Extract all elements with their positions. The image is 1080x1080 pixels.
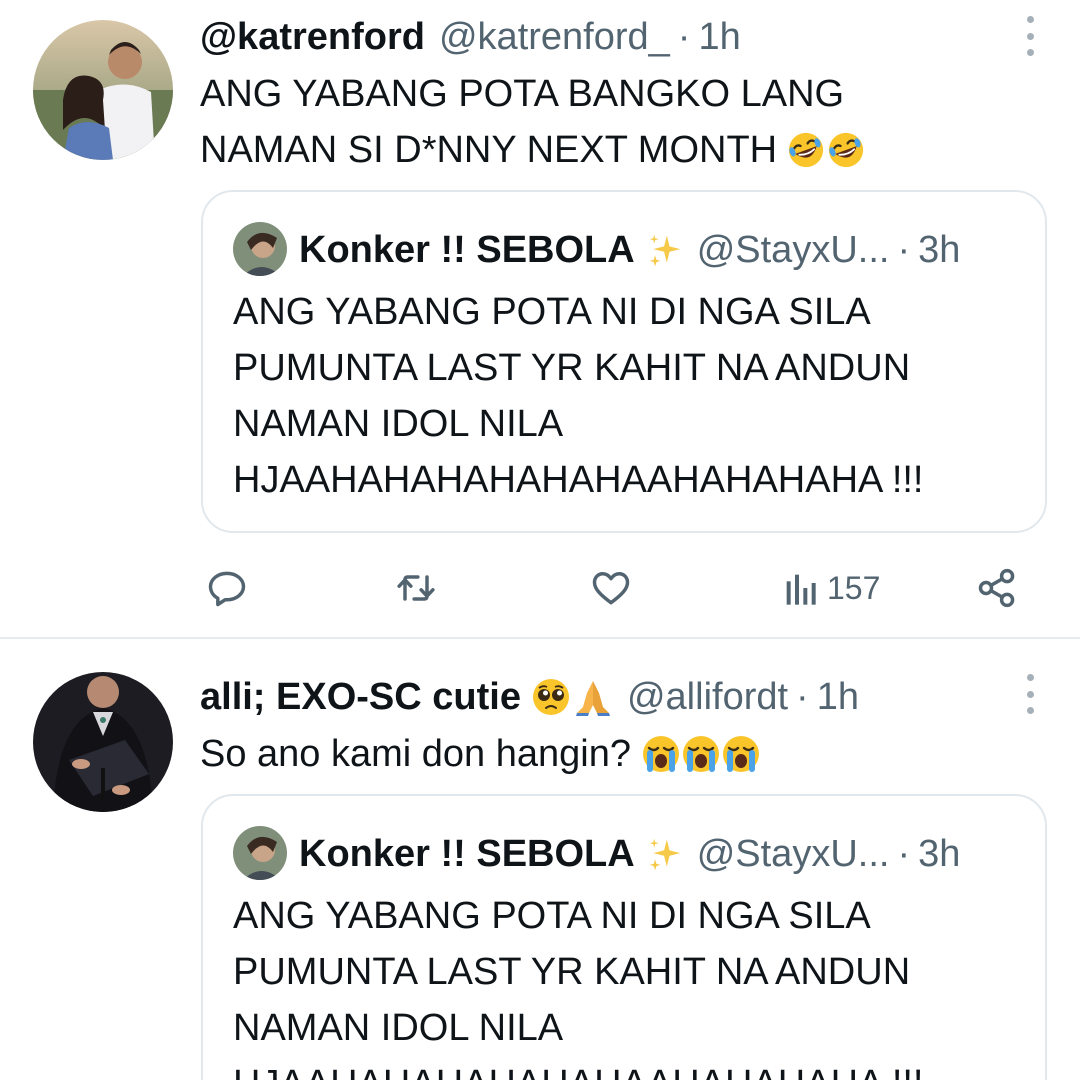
pleading-face-icon: [531, 677, 571, 717]
quoted-text-line: ANG YABANG POTA NI DI NGA SILA: [233, 895, 871, 937]
more-options-icon[interactable]: [1020, 16, 1040, 56]
avatar[interactable]: [33, 672, 173, 812]
quoted-text-line: NAMAN IDOL NILA: [233, 1007, 564, 1049]
quoted-avatar[interactable]: [233, 826, 287, 880]
tweet-header: @katrenford @katrenford_ · 1h: [200, 12, 1000, 62]
timeline: @katrenford @katrenford_ · 1h ANG YABANG…: [0, 0, 1080, 1080]
quoted-text-line: HJAAHAHAHAHAHAHAAHAHAHAHA !!!: [233, 459, 924, 501]
quoted-timestamp[interactable]: 3h: [918, 229, 960, 272]
share-button[interactable]: [975, 560, 1019, 616]
quoted-author-handle[interactable]: @StayxU...: [697, 833, 890, 876]
rolling-on-floor-laughing-icon: [787, 131, 825, 169]
folded-hands-icon: [573, 677, 613, 717]
quoted-avatar[interactable]: [233, 222, 287, 276]
quoted-text-line: PUMUNTA LAST YR KAHIT NA ANDUN: [233, 951, 911, 993]
quoted-text-line: HJAAHAHAHAHAHAHAAHAHAHAHA !!!: [233, 1056, 924, 1080]
quoted-text: ANG YABANG POTA NI DI NGA SILA PUMUNTA L…: [233, 284, 924, 508]
loudly-crying-face-icon: [721, 734, 761, 774]
separator-dot: ·: [796, 676, 809, 718]
separator-dot: ·: [897, 228, 911, 271]
timestamp[interactable]: 1h: [817, 672, 859, 722]
tweet-divider: [0, 637, 1080, 639]
more-options-icon[interactable]: [1020, 674, 1040, 714]
quoted-tweet[interactable]: Konker !! SEBOLA @StayxU... · 3h ANG YAB…: [201, 794, 1047, 1080]
text-line: ANG YABANG POTA BANGKO LANG: [200, 73, 845, 115]
quoted-header: Konker !! SEBOLA @StayxU... · 3h: [299, 222, 960, 278]
quoted-text-line: ANG YABANG POTA NI DI NGA SILA: [233, 291, 871, 333]
quoted-author-name[interactable]: Konker !! SEBOLA: [299, 833, 635, 876]
tweet-text: So ano kami don hangin?: [200, 726, 980, 782]
tweet[interactable]: @katrenford @katrenford_ · 1h ANG YABANG…: [0, 0, 1080, 638]
views-icon: [786, 574, 816, 605]
tweet-header: alli; EXO-SC cutie @allifordt · 1h: [200, 672, 1000, 722]
views-button[interactable]: 157: [783, 560, 880, 616]
author-name[interactable]: @katrenford: [200, 12, 425, 62]
quoted-header: Konker !! SEBOLA @StayxU... · 3h: [299, 826, 960, 882]
author-handle[interactable]: @katrenford_: [439, 12, 670, 62]
quoted-author-handle[interactable]: @StayxU...: [697, 229, 890, 272]
quoted-author-name[interactable]: Konker !! SEBOLA: [299, 229, 635, 272]
quoted-text: ANG YABANG POTA NI DI NGA SILA PUMUNTA L…: [233, 888, 924, 1080]
separator-dot: ·: [677, 16, 691, 58]
timestamp[interactable]: 1h: [698, 12, 740, 62]
sparkles-icon: [647, 232, 683, 268]
text-line-content: So ano kami don hangin?: [200, 733, 631, 775]
tweet-actions: 157: [200, 560, 1030, 616]
heart-icon: [592, 571, 630, 605]
share-icon: [978, 568, 1015, 608]
text-line: NAMAN SI D*NNY NEXT MONTH: [200, 122, 980, 178]
separator-dot: ·: [897, 832, 911, 875]
tweet-text: ANG YABANG POTA BANGKO LANG NAMAN SI D*N…: [200, 66, 980, 178]
quoted-text-line: PUMUNTA LAST YR KAHIT NA ANDUN: [233, 347, 911, 389]
rolling-on-floor-laughing-icon: [827, 131, 865, 169]
quoted-timestamp[interactable]: 3h: [918, 833, 960, 876]
quoted-tweet[interactable]: Konker !! SEBOLA @StayxU... · 3h ANG YAB…: [201, 190, 1047, 533]
quoted-text-line: NAMAN IDOL NILA: [233, 403, 564, 445]
loudly-crying-face-icon: [681, 734, 721, 774]
text-line-content: NAMAN SI D*NNY NEXT MONTH: [200, 129, 778, 171]
tweet[interactable]: alli; EXO-SC cutie @allifordt · 1h So an…: [0, 640, 1080, 1080]
retweet-button[interactable]: [393, 560, 439, 616]
text-line: So ano kami don hangin?: [200, 726, 980, 782]
view-count: 157: [827, 569, 881, 606]
like-button[interactable]: [589, 560, 633, 616]
author-handle[interactable]: @allifordt: [627, 672, 788, 722]
reply-icon: [208, 571, 246, 607]
retweet-icon: [397, 575, 435, 601]
avatar[interactable]: [33, 20, 173, 160]
author-name[interactable]: alli; EXO-SC cutie: [200, 672, 521, 722]
sparkles-icon: [647, 836, 683, 872]
reply-button[interactable]: [205, 560, 249, 616]
loudly-crying-face-icon: [641, 734, 681, 774]
